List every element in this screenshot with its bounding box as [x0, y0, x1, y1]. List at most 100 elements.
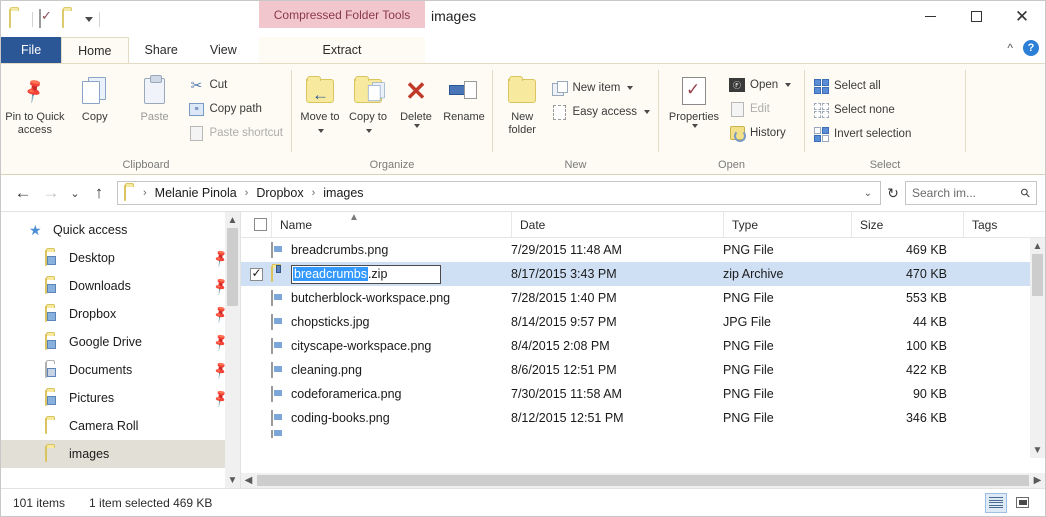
row-checkbox[interactable] — [241, 334, 271, 358]
copy-button[interactable]: Copy — [65, 70, 125, 124]
tab-file[interactable]: File — [1, 37, 62, 63]
file-name-cell[interactable]: cityscape-workspace.png — [271, 334, 511, 358]
table-row[interactable]: cityscape-workspace.png 8/4/2015 2:08 PM… — [241, 334, 1045, 358]
delete-button[interactable]: ✕ Delete — [392, 70, 440, 128]
file-name-cell[interactable]: chopsticks.jpg — [271, 310, 511, 334]
row-checkbox[interactable] — [241, 262, 271, 286]
scroll-up-icon[interactable]: ▲ — [1033, 238, 1043, 254]
table-row[interactable]: coding-books.png 8/12/2015 12:51 PM PNG … — [241, 406, 1045, 430]
sidebar-item-dropbox[interactable]: Dropbox 📌 — [1, 300, 240, 328]
edit-button[interactable]: Edit — [725, 99, 795, 119]
select-all-checkbox[interactable] — [241, 212, 271, 238]
row-checkbox[interactable] — [241, 382, 271, 406]
column-header-type[interactable]: Type — [723, 211, 851, 238]
details-view-button[interactable] — [985, 492, 1007, 513]
row-checkbox[interactable] — [241, 238, 271, 262]
scrollbar-thumb[interactable] — [1032, 254, 1043, 296]
table-row[interactable]: cleaning.png 8/6/2015 12:51 PM PNG File … — [241, 358, 1045, 382]
customize-dropdown-icon[interactable] — [85, 16, 93, 22]
table-row[interactable]: breadcrumbs.png 7/29/2015 11:48 AM PNG F… — [241, 238, 1045, 262]
select-none-button[interactable]: Select none — [809, 100, 915, 120]
new-folder-icon[interactable] — [62, 8, 79, 29]
row-checkbox[interactable] — [241, 358, 271, 382]
file-name-cell-renaming[interactable]: breadcrumbs .zip — [271, 262, 511, 286]
breadcrumb[interactable]: › Melanie Pinola › Dropbox › images ⌄ — [117, 181, 881, 205]
close-button[interactable]: ✕ — [999, 1, 1045, 31]
paste-button[interactable]: Paste — [125, 70, 185, 124]
move-to-button[interactable]: ← Move to — [296, 70, 344, 136]
tab-view[interactable]: View — [193, 37, 253, 63]
scrollbar-thumb[interactable] — [227, 228, 238, 306]
column-header-size[interactable]: Size — [851, 211, 963, 238]
row-checkbox[interactable] — [241, 406, 271, 430]
large-icons-view-button[interactable] — [1011, 493, 1033, 513]
sidebar-item-documents[interactable]: Documents 📌 — [1, 356, 240, 384]
file-name-cell[interactable]: codeforamerica.png — [271, 382, 511, 406]
maximize-button[interactable] — [953, 1, 999, 31]
address-dropdown-icon[interactable]: ⌄ — [864, 188, 876, 199]
help-icon[interactable]: ? — [1023, 40, 1039, 56]
horizontal-scrollbar[interactable]: ◀ ▶ — [241, 473, 1045, 488]
table-row-partial[interactable] — [241, 430, 1045, 438]
scroll-left-icon[interactable]: ◀ — [241, 475, 256, 486]
table-row[interactable]: butcherblock-workspace.png 7/28/2015 1:4… — [241, 286, 1045, 310]
rename-button[interactable]: Rename — [440, 70, 488, 124]
minimize-button[interactable] — [907, 1, 953, 31]
new-folder-button[interactable]: New folder — [497, 70, 547, 136]
table-row[interactable]: codeforamerica.png 7/30/2015 11:58 AM PN… — [241, 382, 1045, 406]
sidebar-item-downloads[interactable]: Downloads 📌 — [1, 272, 240, 300]
sidebar-item-pictures[interactable]: Pictures 📌 — [1, 384, 240, 412]
paste-shortcut-button[interactable]: Paste shortcut — [184, 123, 287, 143]
row-checkbox[interactable] — [241, 286, 271, 310]
new-item-button[interactable]: New item — [547, 78, 654, 98]
rename-input[interactable]: breadcrumbs .zip — [291, 264, 441, 284]
file-list-scrollbar[interactable]: ▲ ▼ — [1030, 238, 1045, 458]
sidebar-item-images[interactable]: images — [1, 440, 240, 468]
hscrollbar-thumb[interactable] — [257, 475, 1029, 486]
copy-to-button[interactable]: Copy to — [344, 70, 392, 136]
sidebar-item-google-drive[interactable]: Google Drive 📌 — [1, 328, 240, 356]
file-name-cell[interactable]: cleaning.png — [271, 358, 511, 382]
navigation-scrollbar[interactable]: ▲ ▼ — [225, 212, 240, 488]
sidebar-item-camera-roll[interactable]: Camera Roll — [1, 412, 240, 440]
file-name-cell[interactable] — [271, 430, 511, 438]
scroll-right-icon[interactable]: ▶ — [1030, 475, 1045, 486]
tab-extract[interactable]: Extract — [306, 37, 378, 63]
file-name-cell[interactable]: coding-books.png — [271, 406, 511, 430]
file-name-cell[interactable]: butcherblock-workspace.png — [271, 286, 511, 310]
easy-access-button[interactable]: Easy access — [547, 102, 654, 122]
breadcrumb-item-images[interactable]: images — [320, 186, 366, 200]
column-header-date[interactable]: Date — [511, 211, 723, 238]
row-checkbox[interactable] — [241, 310, 271, 334]
open-button[interactable]: Ⓕ Open — [725, 75, 795, 95]
cut-button[interactable]: ✂ Cut — [184, 75, 287, 95]
tab-share[interactable]: Share — [128, 37, 194, 63]
collapse-ribbon-icon[interactable]: ^ — [1007, 41, 1013, 55]
tab-home[interactable]: Home — [61, 37, 129, 63]
scroll-down-icon[interactable]: ▼ — [228, 472, 238, 488]
search-input[interactable]: Search im... ⚲ — [905, 181, 1037, 205]
properties-icon[interactable] — [39, 8, 56, 29]
breadcrumb-item-user[interactable]: Melanie Pinola — [152, 186, 240, 200]
column-header-name[interactable]: Name — [271, 211, 511, 238]
scroll-up-icon[interactable]: ▲ — [228, 212, 238, 228]
refresh-button[interactable]: ↻ — [881, 181, 905, 205]
select-all-button[interactable]: Select all — [809, 76, 915, 96]
properties-button[interactable]: Properties — [663, 70, 725, 128]
copy-path-button[interactable]: ≡ Copy path — [184, 99, 287, 119]
sidebar-item-desktop[interactable]: Desktop 📌 — [1, 244, 240, 272]
scroll-down-icon[interactable]: ▼ — [1033, 442, 1043, 458]
back-button[interactable]: ← — [9, 179, 37, 207]
forward-button[interactable]: → — [37, 179, 65, 207]
table-row-selected[interactable]: breadcrumbs.zip 8/17/2015 3:43 PM zip Ar… — [241, 262, 1045, 286]
history-button[interactable]: History — [725, 123, 795, 143]
folder-icon[interactable] — [9, 8, 26, 29]
file-name-cell[interactable]: breadcrumbs.png — [271, 238, 511, 262]
table-row[interactable]: chopsticks.jpg 8/14/2015 9:57 PM JPG Fil… — [241, 310, 1045, 334]
pin-to-quick-access-button[interactable]: 📌 Pin to Quick access — [5, 70, 65, 136]
breadcrumb-item-dropbox[interactable]: Dropbox — [253, 186, 306, 200]
up-button[interactable]: ↑ — [85, 179, 113, 207]
row-checkbox[interactable] — [241, 430, 271, 438]
invert-selection-button[interactable]: Invert selection — [809, 124, 915, 144]
sidebar-item-quick-access[interactable]: ★ Quick access — [1, 216, 240, 244]
